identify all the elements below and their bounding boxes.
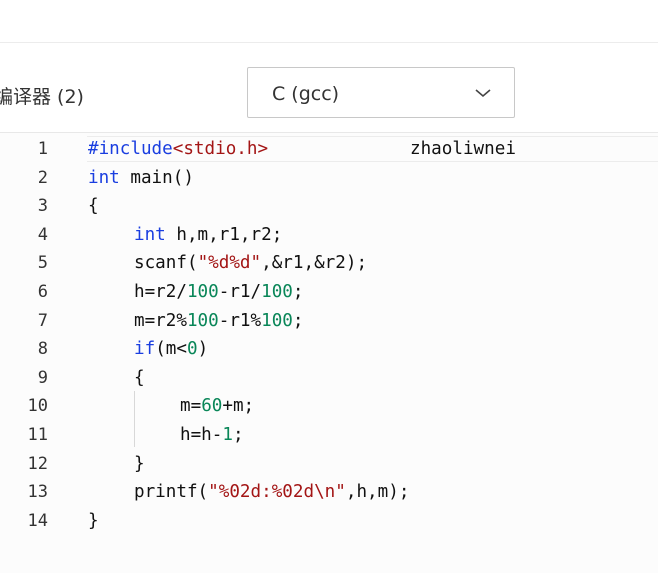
keyword: int: [134, 224, 166, 245]
keyword: if: [134, 339, 156, 360]
code-token: ,h,m);: [345, 482, 410, 503]
code-text: printf("%02d:%02d\n",h,m);: [134, 478, 409, 507]
code-line-6: 6 h=r2/100-r1/100;: [0, 278, 658, 307]
code-token: ,&r1,&r2);: [261, 253, 368, 274]
code-text: m=r2%100-r1%100;: [134, 307, 304, 336]
code-token: {: [134, 367, 145, 388]
chevron-down-icon: [475, 89, 491, 98]
code-token: {: [88, 196, 99, 217]
code-text: h=h-1;: [180, 421, 244, 450]
number-literal: 100: [261, 310, 293, 331]
line-number: 9: [37, 367, 48, 388]
code-token: h,m,r1,r2;: [165, 224, 283, 245]
top-divider: [0, 42, 658, 43]
string-literal: "%d%d": [197, 253, 262, 274]
code-token: h=r2/: [134, 282, 187, 302]
code-token: printf(: [134, 482, 209, 503]
code-token: }: [134, 453, 145, 474]
code-token: ;: [292, 310, 304, 331]
line-number: 4: [37, 224, 48, 245]
line-number: 3: [37, 196, 48, 217]
compiler-select[interactable]: C (gcc): [247, 67, 515, 118]
code-token: main(): [119, 167, 194, 188]
line-number: 1: [37, 139, 48, 159]
code-line-2: 2 int main(): [0, 164, 658, 193]
number-literal: 100: [186, 282, 219, 302]
code-line-13: 13 printf("%02d:%02d\n",h,m);: [0, 478, 658, 507]
line-number: 7: [37, 310, 48, 331]
string-literal: "%02d:%02d\n": [208, 482, 346, 503]
code-text: if(m<0): [134, 335, 208, 364]
code-text: h=r2/100-r1/100;: [134, 278, 304, 307]
code-text: }: [134, 450, 145, 479]
code-token: }: [88, 510, 99, 531]
code-token: m=: [180, 396, 202, 417]
code-line-12: 12 }: [0, 450, 658, 479]
line-number: 13: [27, 482, 48, 503]
code-text: m=60+m;: [180, 392, 254, 421]
preprocessor-directive: #include: [88, 139, 173, 159]
code-token: +m;: [222, 396, 255, 417]
code-text: int main(): [88, 164, 194, 193]
code-line-1: 1 #include<stdio.h> zhaoliwnei: [0, 135, 658, 164]
line-number: 5: [37, 253, 48, 274]
code-text: scanf("%d%d",&r1,&r2);: [134, 249, 367, 278]
line-number: 14: [27, 510, 48, 531]
code-text: {: [88, 192, 99, 221]
line-number: 6: [37, 282, 48, 302]
code-token: (m<: [155, 339, 187, 360]
code-text: {: [134, 364, 145, 393]
code-token: ;: [292, 282, 304, 302]
number-literal: 100: [261, 282, 293, 302]
code-text: }: [88, 507, 99, 536]
number-literal: 0: [186, 339, 198, 360]
code-token: scanf(: [134, 253, 198, 274]
code-line-9: 9 {: [0, 364, 658, 393]
code-token: m=r2%: [134, 310, 187, 331]
code-line-4: 4 int h,m,r1,r2;: [0, 221, 658, 250]
code-line-11: 11 h=h-1;: [0, 421, 658, 450]
code-token: -r1/: [218, 282, 262, 302]
code-text: int h,m,r1,r2;: [134, 221, 282, 250]
code-line-3: 3 {: [0, 192, 658, 221]
number-literal: 100: [186, 310, 219, 331]
include-header: <stdio.h>: [172, 139, 269, 159]
code-line-10: 10 m=60+m;: [0, 392, 658, 421]
compiler-select-value: C (gcc): [272, 83, 340, 105]
compiler-label: 编译器 (2): [0, 86, 84, 108]
code-line-14: 14 }: [0, 507, 658, 536]
code-line-8: 8 if(m<0): [0, 335, 658, 364]
author-comment: zhaoliwnei: [410, 139, 516, 159]
code-token: h=h-: [180, 425, 223, 445]
code-line-7: 7 m=r2%100-r1%100;: [0, 307, 658, 336]
line-number: 8: [37, 339, 48, 360]
line-number: 11: [27, 425, 48, 445]
line-number: 2: [37, 167, 48, 188]
code-token: ): [197, 339, 209, 360]
line-number: 12: [27, 453, 48, 474]
code-editor[interactable]: 1 #include<stdio.h> zhaoliwnei 2 int mai…: [0, 132, 658, 573]
line-number: 10: [27, 396, 48, 417]
code-line-5: 5 scanf("%d%d",&r1,&r2);: [0, 249, 658, 278]
keyword: int: [88, 167, 120, 188]
number-literal: 60: [201, 396, 223, 417]
code-token: ;: [232, 425, 244, 445]
code-token: -r1%: [218, 310, 262, 331]
number-literal: 1: [222, 425, 233, 445]
code-text: #include<stdio.h>: [88, 135, 268, 164]
